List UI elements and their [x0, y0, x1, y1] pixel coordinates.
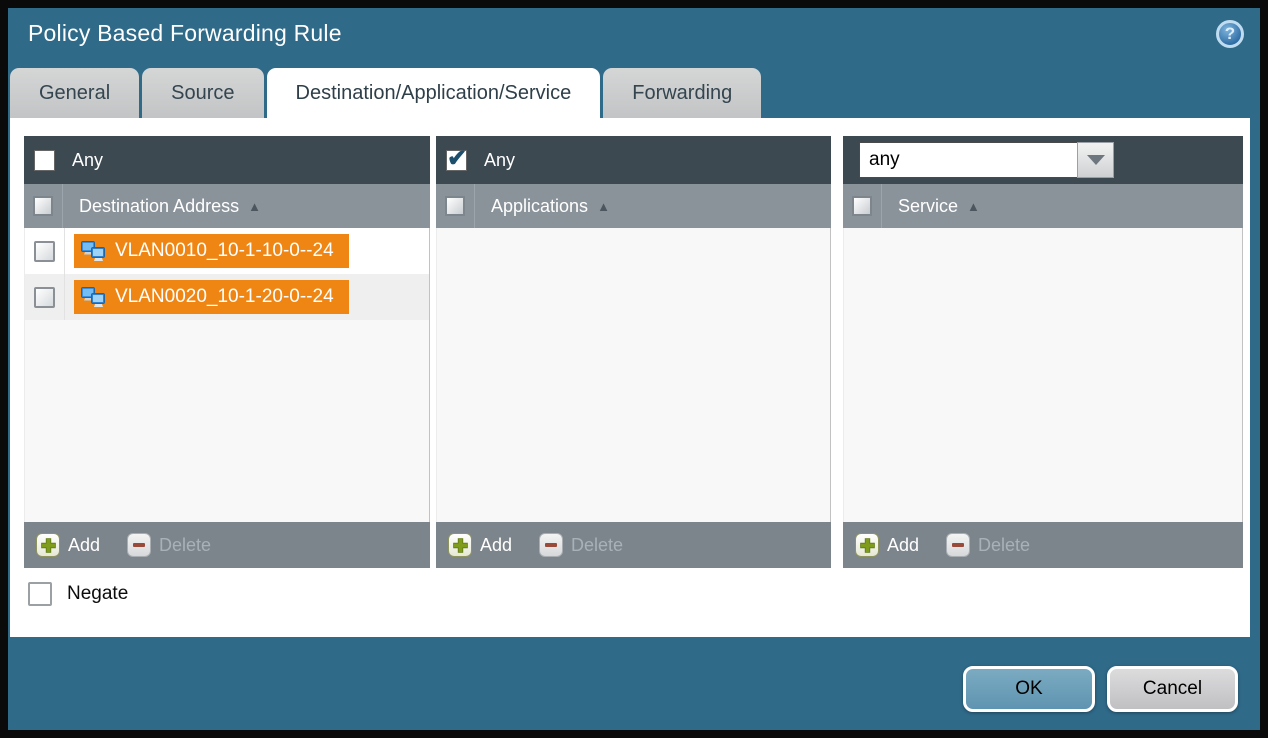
- screen: Policy Based Forwarding Rule ? General S…: [0, 0, 1268, 738]
- applications-footer: Add Delete: [436, 522, 831, 568]
- tab-source[interactable]: Source: [142, 68, 263, 118]
- sort-ascending-icon: ▲: [248, 199, 261, 214]
- ok-button[interactable]: OK: [963, 666, 1095, 712]
- applications-select-all-checkbox[interactable]: [445, 196, 465, 216]
- policy-based-forwarding-rule-dialog: Policy Based Forwarding Rule ? General S…: [8, 8, 1260, 730]
- service-footer: Add Delete: [843, 522, 1243, 568]
- destination-footer: Add Delete: [24, 522, 430, 568]
- tab-forwarding[interactable]: Forwarding: [603, 68, 761, 118]
- destination-add-button[interactable]: Add: [36, 533, 100, 557]
- destination-delete-button[interactable]: Delete: [127, 533, 211, 557]
- service-select-all-checkbox[interactable]: [852, 196, 872, 216]
- service-header-label[interactable]: Service ▲: [898, 196, 980, 217]
- service-delete-button[interactable]: Delete: [946, 533, 1030, 557]
- applications-any-checkbox[interactable]: [446, 150, 467, 171]
- applications-any-label: Any: [484, 150, 515, 171]
- destination-any-bar: Any: [24, 136, 430, 184]
- destination-any-label: Any: [72, 150, 103, 171]
- tab-general[interactable]: General: [10, 68, 139, 118]
- row-checkbox[interactable]: [34, 287, 55, 308]
- sort-ascending-icon: ▲: [597, 199, 610, 214]
- tab-destination-application-service[interactable]: Destination/Application/Service: [267, 68, 601, 118]
- address-object-name: VLAN0020_10-1-20-0--24: [115, 286, 334, 308]
- delete-icon: [127, 533, 151, 557]
- dialog-title: Policy Based Forwarding Rule: [28, 20, 342, 47]
- address-object-name: VLAN0010_10-1-10-0--24: [115, 240, 334, 262]
- cancel-button[interactable]: Cancel: [1107, 666, 1238, 712]
- add-icon: [855, 533, 879, 557]
- service-dropdown-bar: any: [843, 136, 1243, 184]
- destination-any-checkbox[interactable]: [34, 150, 55, 171]
- applications-any-bar: Any: [436, 136, 831, 184]
- negate-checkbox[interactable]: [28, 582, 52, 606]
- destination-header-label[interactable]: Destination Address ▲: [79, 196, 261, 217]
- destination-address-column: Any Destination Address ▲: [24, 136, 430, 568]
- add-icon: [36, 533, 60, 557]
- tab-bar: General Source Destination/Application/S…: [10, 68, 761, 118]
- applications-delete-button[interactable]: Delete: [539, 533, 623, 557]
- service-list: [843, 228, 1243, 522]
- address-object-tag: VLAN0020_10-1-20-0--24: [74, 280, 349, 314]
- sort-ascending-icon: ▲: [967, 199, 980, 214]
- negate-row: Negate: [28, 582, 128, 606]
- service-dropdown-value: any: [859, 142, 1077, 178]
- service-dropdown[interactable]: any: [859, 142, 1114, 178]
- network-icon: [81, 241, 106, 262]
- service-column: any Service ▲: [843, 136, 1243, 568]
- service-column-header: Service ▲: [843, 184, 1243, 228]
- destination-column-header: Destination Address ▲: [24, 184, 430, 228]
- help-icon[interactable]: ?: [1216, 20, 1244, 48]
- destination-address-list: VLAN0010_10-1-10-0--24: [24, 228, 430, 522]
- applications-header-label[interactable]: Applications ▲: [491, 196, 610, 217]
- chevron-down-icon[interactable]: [1077, 142, 1114, 178]
- destination-address-row[interactable]: VLAN0010_10-1-10-0--24: [25, 228, 429, 274]
- add-icon: [448, 533, 472, 557]
- destination-address-row[interactable]: VLAN0020_10-1-20-0--24: [25, 274, 429, 320]
- delete-icon: [539, 533, 563, 557]
- negate-label: Negate: [67, 583, 128, 605]
- applications-add-button[interactable]: Add: [448, 533, 512, 557]
- destination-select-all-checkbox[interactable]: [33, 196, 53, 216]
- applications-list: [436, 228, 831, 522]
- delete-icon: [946, 533, 970, 557]
- applications-column-header: Applications ▲: [436, 184, 831, 228]
- network-icon: [81, 287, 106, 308]
- row-checkbox[interactable]: [34, 241, 55, 262]
- applications-column: Any Applications ▲: [436, 136, 831, 568]
- address-object-tag: VLAN0010_10-1-10-0--24: [74, 234, 349, 268]
- service-add-button[interactable]: Add: [855, 533, 919, 557]
- tab-content-panel: Any Destination Address ▲: [10, 118, 1250, 637]
